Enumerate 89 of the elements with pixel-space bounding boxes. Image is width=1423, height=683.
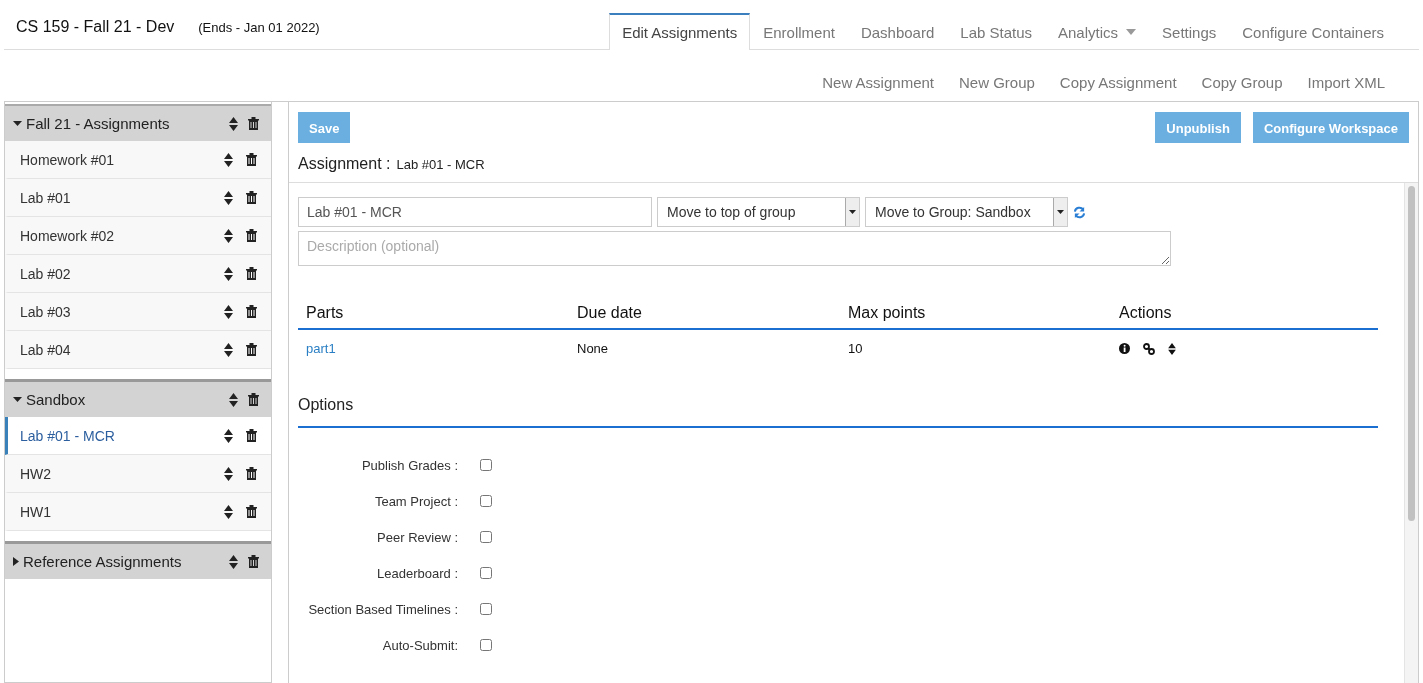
sort-icon[interactable] [229, 554, 238, 569]
assignment-item[interactable]: Lab #04 [5, 331, 271, 369]
info-icon[interactable] [1119, 343, 1130, 354]
sort-icon[interactable] [224, 190, 233, 205]
trash-icon[interactable] [246, 305, 257, 318]
nav-tab[interactable]: Analytics [1045, 13, 1150, 50]
trash-icon[interactable] [248, 555, 259, 568]
column-header: Due date [577, 304, 643, 322]
option-label: Team Project : [373, 493, 458, 509]
sort-icon[interactable] [224, 342, 233, 357]
assignment-item[interactable]: HW2 [5, 455, 271, 493]
assignment-item[interactable]: Homework #01 [5, 141, 271, 179]
assignment-item[interactable]: Lab #03 [5, 293, 271, 331]
assignment-label: Assignment : [298, 155, 391, 173]
trash-icon[interactable] [246, 429, 257, 442]
nav-tab[interactable]: Enrollment [750, 13, 848, 50]
column-header: Actions [1119, 304, 1173, 322]
option-checkbox[interactable] [480, 531, 492, 543]
group-select[interactable]: Move to Group: Sandbox [865, 197, 1068, 227]
nav-tab[interactable]: Lab Status [947, 13, 1045, 50]
option-label: Section Based Timelines : [307, 601, 458, 617]
course-end-date: (Ends - Jan 01 2022) [198, 20, 320, 35]
caret-icon [13, 121, 22, 126]
trash-icon[interactable] [246, 467, 257, 480]
group-header[interactable]: Fall 21 - Assignments [5, 104, 271, 141]
nav-tab[interactable]: Dashboard [847, 13, 948, 50]
toolbar-link[interactable]: Copy Group [1201, 74, 1283, 101]
group-header[interactable]: Reference Assignments [5, 541, 271, 579]
table-cell-text: None [577, 341, 610, 356]
sort-icon[interactable] [224, 152, 233, 167]
refresh-icon[interactable] [1073, 205, 1086, 219]
sort-icon[interactable] [229, 392, 238, 407]
caret-icon [849, 210, 856, 214]
sort-icon[interactable] [224, 504, 233, 519]
assignment-item[interactable]: HW1 [5, 493, 271, 531]
sort-icon[interactable] [224, 304, 233, 319]
link-icon[interactable] [1143, 342, 1155, 355]
toolbar-link[interactable]: Import XML [1307, 74, 1385, 101]
part-link[interactable]: part1 [306, 341, 336, 356]
position-select[interactable]: Move to top of group [657, 197, 860, 227]
toolbar-link[interactable]: New Assignment [822, 74, 934, 101]
assignment-name: Lab #01 - MCR [396, 157, 485, 172]
sort-icon[interactable] [229, 116, 238, 131]
trash-icon[interactable] [246, 505, 257, 518]
caret-icon [1057, 210, 1064, 214]
column-header: Parts [306, 304, 345, 322]
options-heading: Options [298, 396, 1378, 428]
trash-icon[interactable] [246, 229, 257, 242]
column-header: Max points [848, 304, 927, 322]
sort-icon[interactable] [224, 266, 233, 281]
option-checkbox[interactable] [480, 459, 492, 471]
scrollbar-thumb[interactable] [1408, 186, 1415, 521]
group-name: Reference Assignments [23, 553, 183, 570]
nav-tab[interactable]: Settings [1149, 13, 1230, 50]
description-field[interactable]: Description (optional) [298, 231, 1171, 266]
option-label: Leaderboard : [376, 565, 458, 581]
toolbar-link[interactable]: New Group [959, 74, 1035, 101]
assignment-item[interactable]: Lab #01 - MCR [5, 417, 271, 455]
assignment-item[interactable]: Homework #02 [5, 217, 271, 255]
group-name: Fall 21 - Assignments [26, 115, 171, 132]
trash-icon[interactable] [248, 393, 259, 406]
trash-icon[interactable] [248, 117, 259, 130]
option-checkbox[interactable] [480, 603, 492, 615]
group-header[interactable]: Sandbox [5, 379, 271, 417]
option-checkbox[interactable] [480, 639, 492, 651]
trash-icon[interactable] [246, 191, 257, 204]
toolbar-link[interactable]: Copy Assignment [1059, 74, 1177, 101]
sort-icon[interactable] [224, 428, 233, 443]
trash-icon[interactable] [246, 343, 257, 356]
nav-tab[interactable]: Configure Containers [1229, 13, 1397, 50]
caret-icon [13, 397, 22, 402]
option-label: Publish Grades : [360, 457, 458, 473]
option-label: Peer Review : [376, 529, 458, 545]
caret-icon [13, 557, 19, 566]
name-field[interactable]: Lab #01 - MCR [298, 197, 652, 227]
table-cell-text: 10 [848, 341, 864, 356]
sort-icon[interactable] [1168, 342, 1176, 355]
course-title: CS 159 - Fall 21 - Dev [16, 18, 175, 36]
option-checkbox[interactable] [480, 567, 492, 579]
sort-icon[interactable] [224, 466, 233, 481]
option-label: Auto-Submit: [381, 637, 458, 653]
nav-tab[interactable]: Edit Assignments [609, 13, 751, 50]
option-checkbox[interactable] [480, 495, 492, 507]
assignment-item[interactable]: Lab #01 [5, 179, 271, 217]
trash-icon[interactable] [246, 267, 257, 280]
sort-icon[interactable] [224, 228, 233, 243]
trash-icon[interactable] [246, 153, 257, 166]
assignment-item[interactable]: Lab #02 [5, 255, 271, 293]
group-name: Sandbox [26, 391, 87, 408]
